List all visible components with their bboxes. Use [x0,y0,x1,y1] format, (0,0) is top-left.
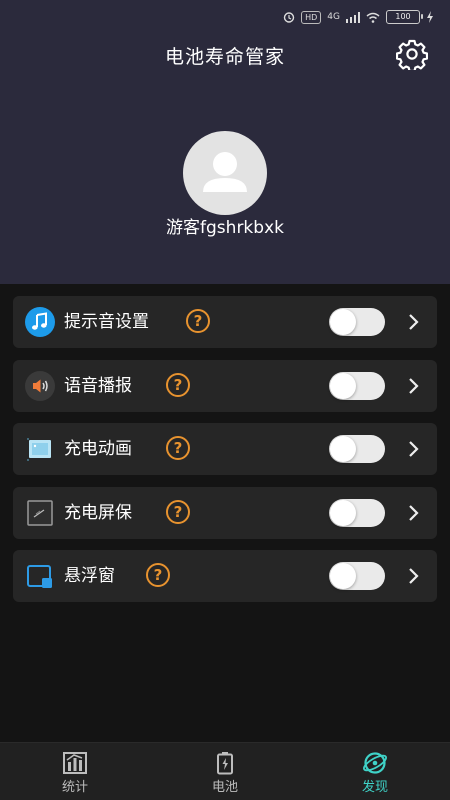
charging-animation-toggle[interactable] [329,435,385,463]
image-icon [25,434,55,464]
stats-chart-icon [63,752,87,774]
tab-label: 电池 [211,780,238,795]
profile-header: HD 4G 100 电池寿命管家 游客fgshrkbxk [0,0,450,284]
feature-item-charging-animation[interactable]: 充电动画 ? [13,423,437,475]
toggle-knob [330,309,356,335]
tab-label: 发现 [361,780,388,795]
feature-item-voice-broadcast[interactable]: 语音播报 ? [13,359,437,412]
charging-screensaver-toggle[interactable] [329,498,385,527]
tab-stats[interactable]: 统计 [0,743,150,800]
discover-icon [363,752,387,774]
chevron-right-icon [409,377,419,394]
screensaver-icon [25,498,55,528]
help-icon[interactable]: ? [166,372,190,397]
floating-window-toggle[interactable] [329,562,385,590]
speaker-icon [25,370,55,401]
tab-discover[interactable]: 发现 [300,743,450,800]
network-type: 4G [327,12,340,22]
status-icons: HD 4G 100 [283,9,434,25]
charging-icon [427,11,433,23]
username: 游客fgshrkbxk [166,218,284,238]
chevron-right-icon [409,441,419,457]
feature-label: 悬浮窗 [64,566,115,586]
toggle-knob [330,436,356,462]
floating-window-icon [25,561,55,591]
tab-battery[interactable]: 电池 [150,743,300,800]
help-icon[interactable]: ? [166,436,190,460]
chevron-right-icon [409,568,419,584]
app-title: 电池寿命管家 [164,46,285,68]
tab-label: 统计 [61,780,88,795]
gear-icon [395,39,429,73]
settings-button[interactable] [395,38,429,73]
battery-icon [217,752,233,775]
hd-badge: HD [301,10,322,24]
feature-label: 提示音设置 [64,312,149,332]
wifi-icon [366,12,380,23]
feature-item-notification-sound[interactable]: 提示音设置 ? [13,296,437,348]
music-note-icon [25,307,55,337]
toggle-knob [330,372,356,399]
battery-level: 100 [395,12,411,21]
chevron-right-icon [409,504,419,521]
signal-icon [346,11,360,23]
battery-indicator: 100 [386,10,423,24]
voice-broadcast-toggle[interactable] [329,371,385,400]
feature-item-floating-window[interactable]: 悬浮窗 ? [13,550,437,602]
feature-label: 充电屏保 [64,502,132,523]
toggle-knob [330,499,356,526]
avatar[interactable] [183,131,267,215]
user-silhouette-icon [203,152,247,192]
help-icon[interactable]: ? [166,499,190,524]
chevron-right-icon [409,314,419,330]
feature-label: 充电动画 [64,439,132,459]
status-bar: HD 4G 100 [0,0,450,34]
help-icon[interactable]: ? [146,563,170,587]
feature-list: 提示音设置 ? 语音播报 ? 充电动画 ? 充电屏保 ? 悬浮窗 ? [13,296,437,614]
toggle-knob [330,563,356,589]
notification-sound-toggle[interactable] [329,308,385,336]
alarm-icon [283,12,295,23]
feature-label: 语音播报 [64,375,132,396]
help-icon[interactable]: ? [186,309,210,333]
feature-item-charging-screensaver[interactable]: 充电屏保 ? [13,486,437,539]
bottom-tab-bar: 统计 电池 发现 [0,742,450,800]
